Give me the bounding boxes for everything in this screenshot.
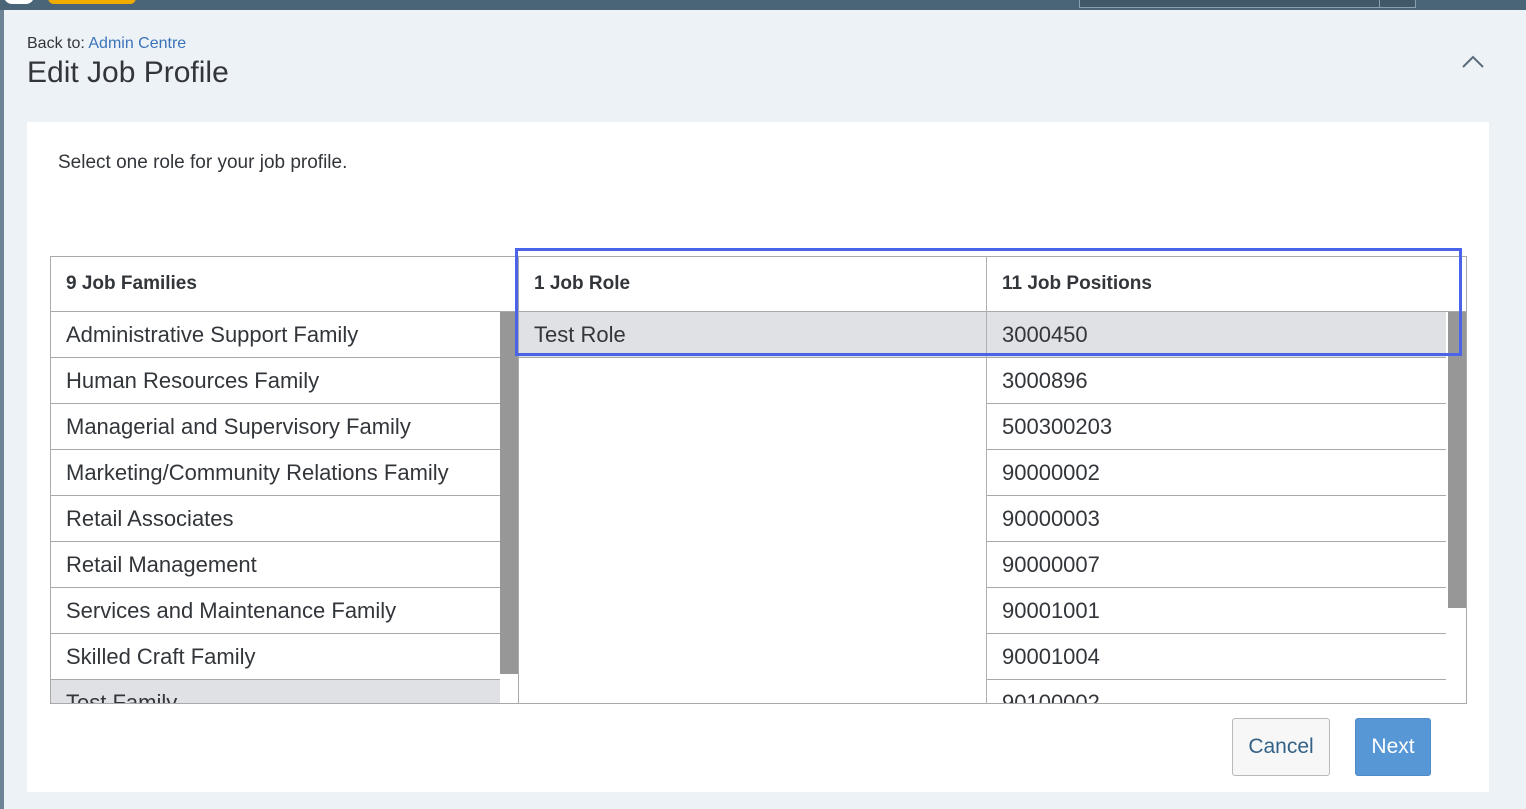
job-profile-card: Select one role for your job profile. 9 … [27,122,1489,792]
list-item-selected[interactable]: Test Role [519,312,987,358]
back-prefix: Back to: [27,35,89,52]
list-item[interactable]: Managerial and Supervisory Family [51,404,500,450]
list-item[interactable]: 90001001 [987,588,1446,634]
list-item[interactable]: Skilled Craft Family [51,634,500,680]
families-scroll-thumb[interactable] [500,312,518,674]
list-item[interactable]: Marketing/Community Relations Family [51,450,500,496]
list-item[interactable]: 3000896 [987,358,1446,404]
job-positions-list[interactable]: 3000450 3000896 500300203 90000002 90000… [987,312,1466,703]
job-role-header: 1 Job Role [519,257,987,312]
job-positions-header: 11 Job Positions [987,257,1466,312]
list-item[interactable]: 90100002 [987,680,1446,703]
company-logo[interactable] [0,0,140,4]
collapse-header-button[interactable] [1458,50,1488,74]
job-families-list[interactable]: Administrative Support Family Human Reso… [51,312,518,703]
back-to: Back to: Admin Centre [27,35,186,53]
positions-scrollbar[interactable] [1448,312,1466,703]
chevron-up-icon [1462,55,1484,68]
list-item[interactable]: 90000007 [987,542,1446,588]
left-edge [0,10,4,809]
list-item[interactable]: 90001004 [987,634,1446,680]
global-search-input[interactable] [1079,0,1381,8]
list-item[interactable]: Human Resources Family [51,358,500,404]
job-families-panel: 9 Job Families Administrative Support Fa… [50,256,518,704]
job-role-list[interactable]: Test Role [519,312,987,703]
admin-centre-link[interactable]: Admin Centre [88,35,186,52]
next-button[interactable]: Next [1355,718,1431,776]
positions-scroll-thumb[interactable] [1448,312,1466,608]
search-button[interactable] [1379,0,1416,8]
list-item[interactable]: Services and Maintenance Family [51,588,500,634]
list-item[interactable]: Retail Management [51,542,500,588]
list-item-selected[interactable]: Test Family [51,680,500,703]
job-positions-panel: 11 Job Positions 3000450 3000896 5003002… [986,256,1467,704]
job-role-panel: 1 Job Role Test Role [518,256,988,704]
page-title: Edit Job Profile [27,56,229,89]
list-item[interactable]: 90000003 [987,496,1446,542]
families-scrollbar[interactable] [500,312,518,703]
list-item[interactable]: 90000002 [987,450,1446,496]
cancel-button[interactable]: Cancel [1232,718,1330,776]
shell-bar [0,0,1526,10]
job-families-header: 9 Job Families [51,257,518,312]
list-item[interactable]: 500300203 [987,404,1446,450]
list-item[interactable]: Administrative Support Family [51,312,500,358]
instruction-text: Select one role for your job profile. [58,152,348,173]
list-item[interactable]: Retail Associates [51,496,500,542]
list-item-selected[interactable]: 3000450 [987,312,1446,358]
